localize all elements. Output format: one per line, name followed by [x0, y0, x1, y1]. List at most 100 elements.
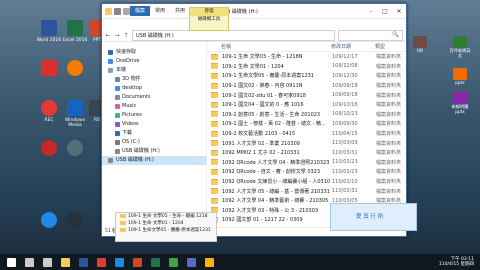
table-row[interactable]: 109-2 校文藝活動 2103 - 0415 110/04/15 檔案資料夾 — [207, 129, 406, 139]
table-row[interactable]: 109-1 國士 - 榜樣 - 黃 02 - 隆甚 - 總文 - 精... 109… — [207, 119, 406, 129]
edge-shortcut-icon[interactable] — [36, 212, 62, 230]
file-name: 109-2 校文藝活動 2103 - 0415 — [222, 131, 296, 138]
drive-tools-group[interactable]: 管理 磁碟機工具 — [189, 7, 229, 31]
nav-music[interactable]: Music — [102, 102, 206, 111]
line-icon-glyph — [168, 257, 178, 267]
excel-icon[interactable] — [148, 255, 162, 269]
column-type[interactable]: 類型 — [375, 43, 401, 50]
folder-icon — [211, 72, 218, 79]
word-shortcut-icon[interactable]: Word 2016 — [36, 20, 62, 43]
nav-onedrive[interactable]: OneDrive — [102, 57, 206, 66]
store-icon[interactable] — [184, 255, 198, 269]
nav-os-drive[interactable]: OS (C:) — [102, 138, 206, 147]
file-explorer-icon[interactable] — [58, 255, 72, 269]
nav-documents[interactable]: Documents — [102, 93, 206, 102]
file-date: 109/10/16 — [332, 101, 358, 108]
column-date[interactable]: 修改日期 — [331, 43, 375, 50]
search-input[interactable]: 🔍 — [338, 29, 403, 41]
list-item[interactable]: 109-1 生命 文學01 - 1204 — [116, 220, 216, 227]
nav-usb-drive-selected[interactable]: USB 磁碟機 (H:) — [102, 156, 206, 165]
app3-shortcut-icon[interactable] — [62, 140, 88, 158]
nav-desktop[interactable]: desktop — [102, 84, 206, 93]
folder-icon — [211, 149, 218, 156]
table-row[interactable]: 1092 QRcode - 自文 - 審 - 創校文學 0323 110/03/2… — [207, 167, 406, 177]
right-app-english-icon[interactable]: 百坪老師英文 — [448, 36, 472, 57]
up-icon[interactable]: ↑ — [123, 32, 129, 39]
search-icon[interactable] — [22, 255, 36, 269]
tab-share[interactable]: 共用 — [170, 6, 190, 16]
close-icon[interactable]: ✕ — [392, 5, 406, 18]
chrome-icon[interactable] — [94, 255, 108, 269]
table-row[interactable]: 109-1 國文02 - 榮春 - 內容 0911N 109/09/18 檔案資料夾 — [207, 81, 406, 91]
drive-icon — [115, 140, 120, 145]
nav-this-pc[interactable]: 本機 — [102, 66, 206, 75]
task-view-icon[interactable] — [40, 255, 54, 269]
word-icon[interactable] — [76, 255, 90, 269]
minimize-icon[interactable]: – — [364, 5, 378, 18]
back-icon[interactable]: ← — [105, 32, 111, 39]
right-desktop-apps: tW 百坪老師英文 pptx 新細明體 pptx — [408, 32, 480, 232]
windows-start-icon[interactable] — [4, 255, 18, 269]
folder-icon — [211, 120, 218, 127]
edge-icon[interactable] — [112, 255, 126, 269]
table-row[interactable]: 109-1 生命 文學01 - 1204 109/12/08 檔案資料夾 — [207, 62, 406, 72]
usb-drive-icon — [108, 158, 113, 163]
table-row[interactable]: 1092 QRcode 人才文學 04 - 精準證照210323 110/03/2… — [207, 158, 406, 168]
table-row[interactable]: 109-1 國文02-zdu 01 - 春可家0918 109/09/18 檔案資料… — [207, 90, 406, 100]
powerpoint-icon[interactable] — [130, 255, 144, 269]
system-clock[interactable]: 下午 03:11 110/4/15 星期四 — [439, 257, 480, 267]
app-shortcut-icon[interactable] — [36, 60, 62, 78]
address-path[interactable]: USB 磁碟機 (H:) — [132, 29, 335, 41]
table-row[interactable]: 109-1 創意05 - 創意 - 生活 - 生命 201023 109/10/2… — [207, 110, 406, 120]
folder-icon — [211, 188, 218, 195]
forward-icon[interactable]: → — [114, 32, 120, 39]
folder-icon — [211, 111, 218, 118]
list-item[interactable]: 109-1 生命文學05 - 審慶-原本週案1231 — [116, 227, 216, 234]
table-row[interactable]: 109-1 生命 文學03 - 生命 - 1218N 109/12/17 檔案資料夾 — [207, 52, 406, 62]
obs-shortcut-icon[interactable] — [62, 212, 88, 230]
table-row[interactable]: 1092 QRcode 文練習小 - 總編賽小組 - 人0310 110/03/1… — [207, 177, 406, 187]
file-date: 110/03/10 — [332, 178, 358, 185]
nav-downloads[interactable]: 下載 — [102, 129, 206, 138]
tab-file[interactable]: 檔案 — [130, 6, 151, 16]
table-row[interactable]: 1092 人才文學 05 - 總編 - 基 - 暨傳著 210331 110/03… — [207, 186, 406, 196]
cloud-icon — [108, 59, 113, 64]
table-row[interactable]: 109-1 生命文學05 - 審慶-原本週案1231 109/12/30 檔案資料夾 — [207, 71, 406, 81]
file-name: 109-1 生命文學05 - 審慶-原本週案1231 — [222, 73, 314, 80]
right-app-pptx2-icon[interactable]: 新細明體 pptx — [448, 92, 472, 113]
nav-usb-drive[interactable]: USB 磁碟機 (H:) — [102, 147, 206, 156]
excel-icon-glyph — [150, 257, 160, 267]
nav-videos[interactable]: Videos — [102, 120, 206, 129]
file-type: 檔案資料夾 — [376, 169, 402, 176]
tab-home[interactable]: 常用 — [150, 6, 170, 16]
cube-icon — [115, 77, 120, 82]
right-app-pptx-icon[interactable]: pptx — [448, 68, 472, 88]
column-name[interactable]: 名稱 — [207, 43, 331, 50]
nav-quick-access[interactable]: 快速存取 — [102, 48, 206, 57]
help-panel-button[interactable]: 愛 丟 行 所 — [356, 212, 383, 220]
title-bar: 檔案 常用 共用 檢視 USB 磁碟機 (H:) – □ ✕ — [102, 4, 406, 19]
table-row[interactable]: 109-1 國文04 - 國文的 0 - 應 1016 109/10/16 檔案資料… — [207, 100, 406, 110]
folder-icon — [211, 140, 218, 147]
list-item[interactable]: 109-1 生命 文學05 - 生命 - 總編 1218 — [116, 213, 216, 220]
file-date: 110/03/09 — [332, 140, 358, 147]
table-row[interactable]: 1091 人才文學 02 - 準業 210309 110/03/09 檔案資料夾 — [207, 138, 406, 148]
maximize-icon[interactable]: □ — [378, 5, 392, 18]
video-icon — [115, 122, 120, 127]
nav-3d-objects[interactable]: 3D 物件 — [102, 75, 206, 84]
media-icon[interactable] — [202, 255, 216, 269]
folder-icon[interactable] — [105, 7, 112, 15]
line-icon[interactable] — [166, 255, 180, 269]
app2-shortcut-icon[interactable] — [36, 140, 62, 158]
file-name: 1092 人才文學 04 - 精準藝術 - 總賽 - 210305 — [222, 198, 329, 205]
table-row[interactable]: 1092 MM02 1 尤子 02 - 210331 110/03/31 檔案資料夾 — [207, 148, 406, 158]
properties-icon[interactable] — [114, 7, 121, 15]
navigation-pane: 快速存取 OneDrive 本機 3D 物件 desktop Documents… — [102, 42, 207, 236]
right-app-tw-icon[interactable]: tW — [408, 36, 432, 56]
firefox-shortcut-icon[interactable] — [62, 60, 88, 78]
dropdown-icon[interactable] — [123, 7, 130, 15]
file-date: 110/03/31 — [332, 188, 358, 195]
manage-label: 管理 — [190, 8, 228, 16]
recorder-shortcut-icon[interactable]: REC — [36, 100, 62, 123]
nav-pictures[interactable]: Pictures — [102, 111, 206, 120]
